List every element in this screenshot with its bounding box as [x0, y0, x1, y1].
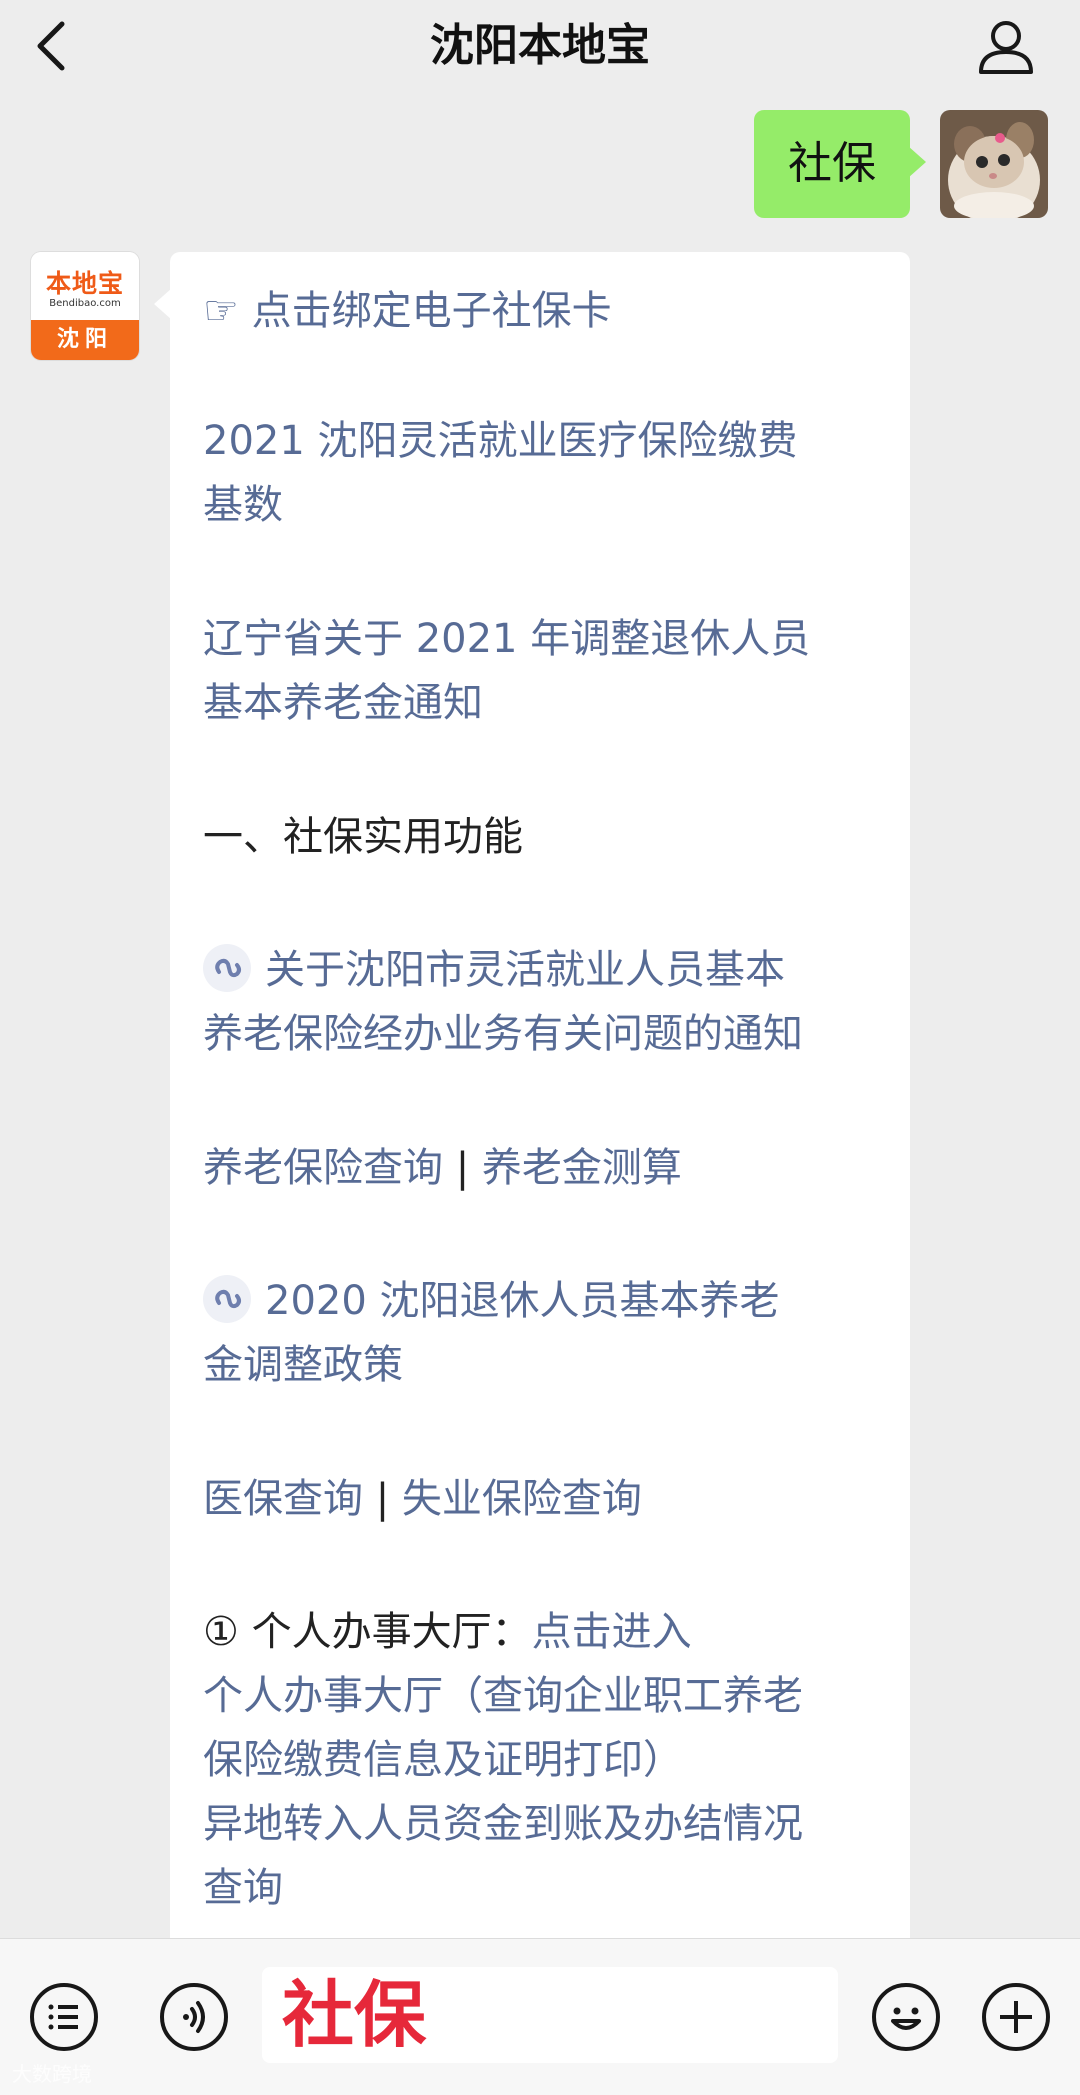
cat-avatar-image [940, 110, 1048, 218]
message-input-text: 社保 [282, 1973, 427, 2057]
outgoing-message-bubble[interactable]: 社保 [754, 110, 926, 218]
mini-program-link-2-line2[interactable]: 金调整政策 [203, 1333, 403, 1397]
chat-title: 沈阳本地宝 [430, 20, 650, 71]
flexible-employment-medical-link-line2[interactable]: 基数 [203, 473, 283, 537]
top-bar: 沈阳本地宝 [0, 0, 1080, 92]
watermark: 大数跨境 [12, 2062, 92, 2086]
mini-program-icon [203, 944, 251, 992]
transfer-funds-link-line2[interactable]: 查询 [203, 1856, 283, 1920]
pension-query-link[interactable]: 养老保险查询 [203, 1145, 443, 1191]
service-hall-desc-line1[interactable]: 个人办事大厅（查询企业职工养老 [203, 1664, 803, 1728]
brand-logo: 本地宝 Bendibao.com [31, 252, 139, 320]
emoji-icon[interactable] [872, 1983, 940, 2051]
pension-adjust-notice-link-line1[interactable]: 辽宁省关于 2021 年调整退休人员 [203, 607, 810, 671]
incoming-message-bubble: ☞ 点击绑定电子社保卡 2021 沈阳灵活就业医疗保险缴费 基数 辽宁省关于 2… [154, 252, 910, 1952]
mini-program-link-2-text: 2020 沈阳退休人员基本养老 [265, 1278, 780, 1324]
mini-program-link-1-line2[interactable]: 养老保险经办业务有关问题的通知 [203, 1002, 803, 1066]
plus-icon[interactable] [982, 1983, 1050, 2051]
brand-site: Bendibao.com [49, 298, 121, 309]
input-bar: 社保 [0, 1938, 1080, 2095]
message-input[interactable]: 社保 [262, 1967, 838, 2063]
section-heading: 一、社保实用功能 [203, 814, 523, 860]
service-hall-desc-line2[interactable]: 保险缴费信息及证明打印） [203, 1728, 683, 1792]
mini-program-link-1-text: 关于沈阳市灵活就业人员基本 [265, 947, 785, 993]
mini-program-link-1-line1[interactable]: 关于沈阳市灵活就业人员基本 [203, 938, 785, 1002]
voice-icon[interactable] [160, 1983, 228, 2051]
service-hall-link[interactable]: 点击进入 [532, 1609, 692, 1655]
back-icon[interactable] [28, 18, 78, 74]
pension-query-row: 养老保险查询 | 养老金测算 [203, 1136, 682, 1200]
user-avatar[interactable] [940, 110, 1048, 218]
bind-social-card-link[interactable]: ☞ 点击绑定电子社保卡 [203, 279, 612, 343]
pension-calc-link[interactable]: 养老金测算 [482, 1145, 682, 1191]
brand-city: 沈阳 [31, 320, 139, 360]
pension-adjust-notice-link-line2[interactable]: 基本养老金通知 [203, 671, 483, 735]
mini-program-icon [203, 1275, 251, 1323]
account-avatar[interactable]: 本地宝 Bendibao.com 沈阳 [31, 252, 139, 360]
separator: | [443, 1145, 482, 1191]
medical-insurance-query-link[interactable]: 医保查询 [203, 1476, 363, 1522]
menu-icon[interactable] [30, 1983, 98, 2051]
service-hall-label: ① 个人办事大厅： [203, 1609, 532, 1655]
mini-program-link-2-line1[interactable]: 2020 沈阳退休人员基本养老 [203, 1269, 780, 1333]
outgoing-message-text: 社保 [788, 138, 876, 189]
separator: | [363, 1476, 402, 1522]
service-hall-row: ① 个人办事大厅：点击进入 [203, 1600, 692, 1664]
transfer-funds-link-line1[interactable]: 异地转入人员资金到账及办结情况 [203, 1792, 803, 1856]
insurance-query-row: 医保查询 | 失业保险查询 [203, 1467, 642, 1531]
profile-icon[interactable] [975, 16, 1037, 76]
flexible-employment-medical-link-line1[interactable]: 2021 沈阳灵活就业医疗保险缴费 [203, 409, 798, 473]
brand-logo-text: 本地宝 [45, 269, 124, 298]
unemployment-query-link[interactable]: 失业保险查询 [402, 1476, 642, 1522]
